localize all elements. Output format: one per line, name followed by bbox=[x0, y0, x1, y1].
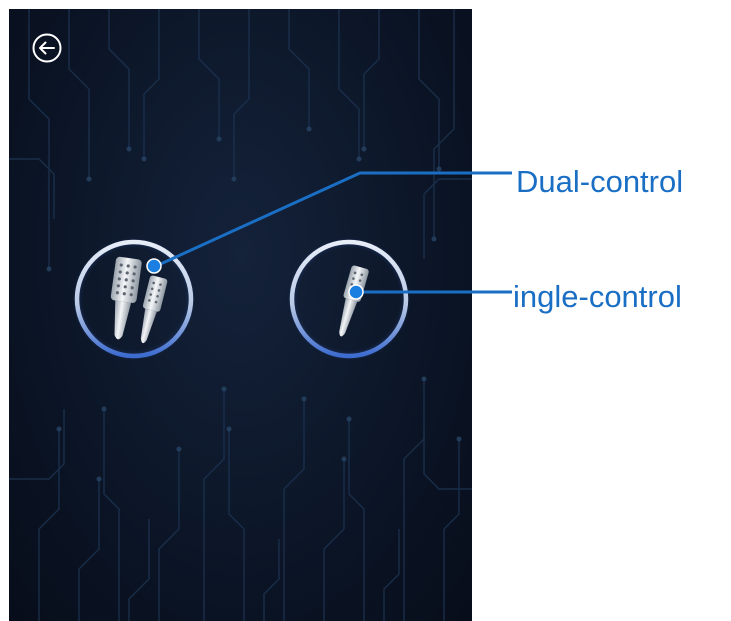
back-arrow-icon bbox=[32, 33, 62, 63]
single-control-button[interactable] bbox=[286, 236, 412, 362]
device-screen bbox=[9, 9, 472, 621]
dual-control-button[interactable] bbox=[71, 236, 197, 362]
back-button[interactable] bbox=[31, 32, 63, 64]
dual-handpiece-icon bbox=[110, 256, 168, 344]
dual-control-callout: Dual-control bbox=[516, 164, 684, 199]
single-control-callout: ingle-control bbox=[513, 279, 682, 314]
single-handpiece-icon bbox=[339, 265, 369, 337]
